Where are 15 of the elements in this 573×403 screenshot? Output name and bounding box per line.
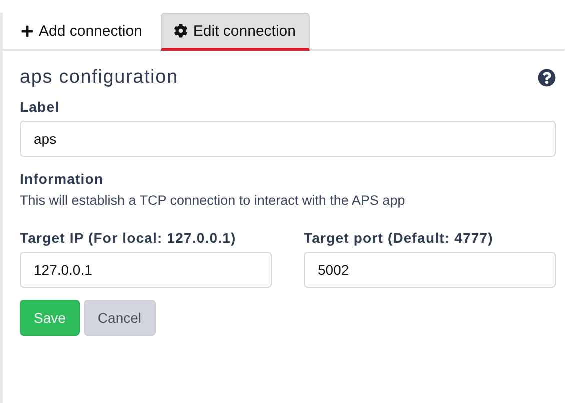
plus-icon xyxy=(21,24,34,38)
help-icon[interactable] xyxy=(538,69,556,87)
field-label: Target port (Default: 4777) xyxy=(304,230,494,246)
gear-icon xyxy=(174,24,188,38)
input-field[interactable]: 5002 xyxy=(304,252,556,288)
info-heading: Information xyxy=(20,171,105,187)
tab[interactable]: Add connection xyxy=(8,13,156,51)
info-text: This will establish a TCP connection to interact with the APS app xyxy=(20,193,406,208)
section-title: aps configuration xyxy=(20,67,178,89)
field-label: Target IP (For local: 127.0.0.1) xyxy=(20,230,238,246)
tab[interactable]: Edit connection xyxy=(161,13,310,51)
field-label: Label xyxy=(20,99,61,115)
input-field[interactable]: 127.0.0.1 xyxy=(20,252,272,288)
cancel-button[interactable]: Cancel xyxy=(84,300,156,336)
input-field[interactable]: aps xyxy=(20,121,556,157)
